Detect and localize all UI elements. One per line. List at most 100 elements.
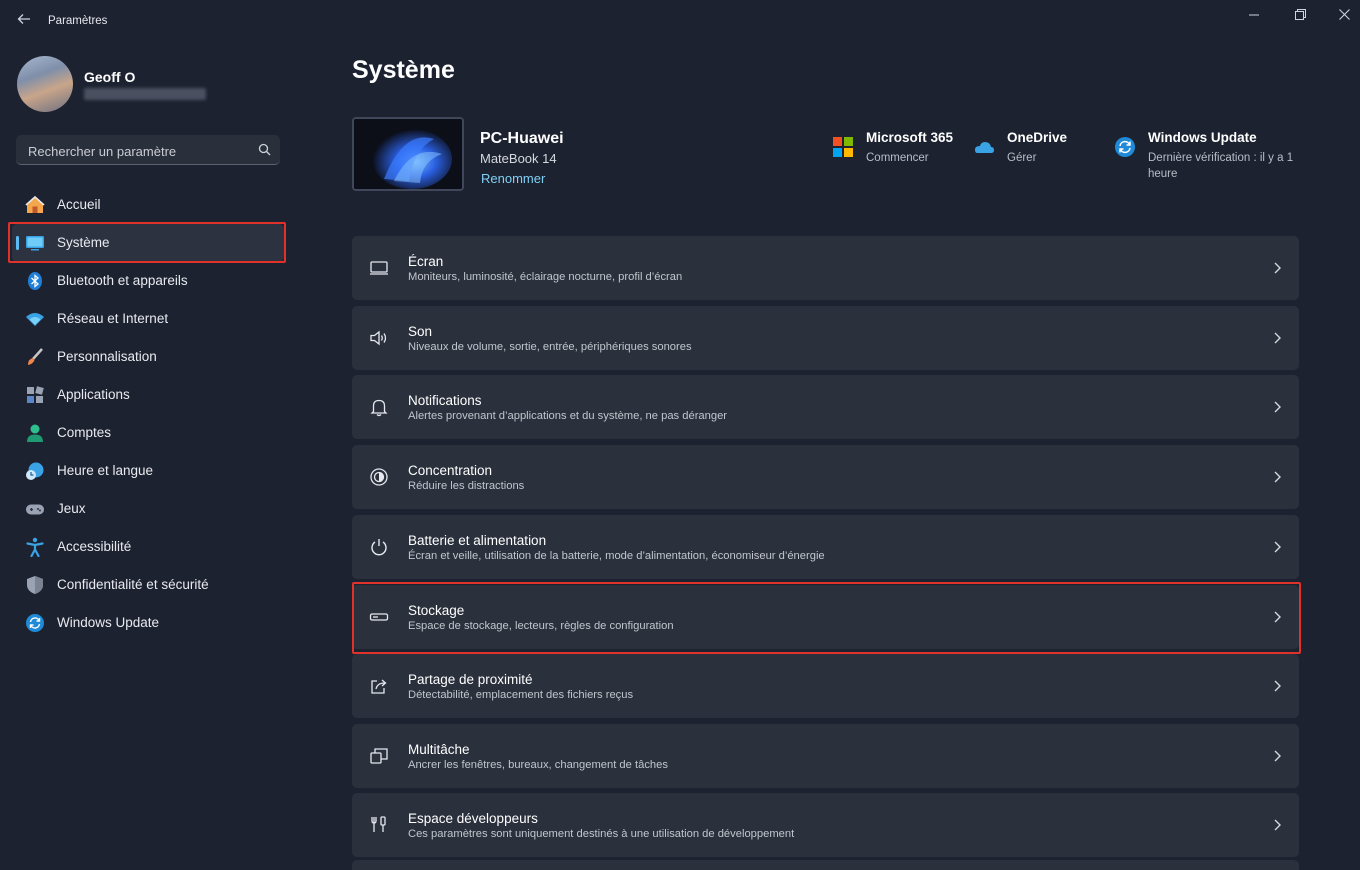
card-title: Concentration [408, 463, 493, 478]
developer-tools-icon [371, 816, 386, 832]
settings-card-son[interactable]: Son Niveaux de volume, sortie, entrée, p… [352, 306, 1299, 370]
maximize-icon [1294, 9, 1306, 20]
sidebar-item-heure[interactable]: Heure et langue [12, 452, 284, 490]
highlight-box-sidebar [8, 222, 286, 263]
speaker-icon [370, 330, 387, 346]
sidebar-item-jeux[interactable]: Jeux [12, 490, 284, 528]
rename-link[interactable]: Renommer [481, 171, 545, 186]
sidebar-item-accueil[interactable]: Accueil [12, 186, 284, 224]
sidebar-item-label: Jeux [57, 501, 86, 516]
quick-link-subtitle: Dernière vérification : il y a 1 heure [1148, 152, 1294, 180]
sidebar-item-label: Réseau et Internet [57, 311, 169, 326]
card-subtitle: Alertes provenant d’applications et du s… [408, 410, 728, 422]
quick-link-title: Microsoft 365 [866, 130, 954, 145]
sidebar-item-label: Accessibilité [57, 539, 132, 554]
multitask-icon [370, 748, 388, 764]
brush-icon [28, 348, 43, 365]
bell-icon [370, 399, 388, 417]
app-title: Paramètres [48, 15, 108, 27]
minimize-button[interactable] [1236, 6, 1272, 26]
quick-link-title: OneDrive [1007, 130, 1068, 145]
quick-link-title: Windows Update [1148, 130, 1257, 145]
sidebar-item-bluetooth[interactable]: Bluetooth et appareils [12, 262, 284, 300]
chevron-right-icon [1274, 332, 1281, 344]
settings-card-espace-developpeurs[interactable]: Espace développeurs Ces paramètres sont … [352, 793, 1299, 857]
settings-card-concentration[interactable]: Concentration Réduire les distractions [352, 445, 1299, 509]
power-icon [371, 539, 387, 556]
search-box[interactable] [16, 135, 280, 165]
back-button[interactable] [14, 12, 34, 32]
wifi-icon [26, 313, 44, 326]
accessibility-icon [26, 537, 44, 557]
share-icon [371, 679, 387, 694]
settings-card-batterie[interactable]: Batterie et alimentation Écran et veille… [352, 515, 1299, 579]
sidebar-item-applications[interactable]: Applications [12, 376, 284, 414]
chevron-right-icon [1274, 680, 1281, 692]
sidebar-item-label: Confidentialité et sécurité [57, 577, 209, 592]
shield-icon [27, 576, 43, 594]
maximize-button[interactable] [1282, 6, 1318, 26]
bluetooth-icon [28, 272, 42, 290]
quick-link-subtitle: Gérer [1007, 152, 1037, 164]
search-input[interactable] [26, 140, 250, 162]
sidebar-item-confidentialite[interactable]: Confidentialité et sécurité [12, 566, 284, 604]
card-title: Son [408, 324, 433, 339]
user-name: Geoff O [84, 69, 136, 85]
card-subtitle: Écran et veille, utilisation de la batte… [408, 550, 825, 562]
sidebar-item-accessibilite[interactable]: Accessibilité [12, 528, 284, 566]
sidebar-item-comptes[interactable]: Comptes [12, 414, 284, 452]
card-title: Batterie et alimentation [408, 533, 547, 548]
focus-icon [370, 468, 388, 486]
sync-icon [1115, 137, 1135, 157]
quick-link-subtitle: Commencer [866, 152, 929, 164]
settings-card-multitache[interactable]: Multitâche Ancrer les fenêtres, bureaux,… [352, 724, 1299, 788]
device-name: PC-Huawei [480, 130, 564, 147]
card-title: Écran [408, 254, 444, 269]
home-icon [25, 195, 45, 213]
card-subtitle: Ancrer les fenêtres, bureaux, changement… [408, 759, 668, 771]
apps-icon [27, 386, 44, 403]
sidebar-item-label: Windows Update [57, 615, 160, 630]
card-subtitle: Moniteurs, luminosité, éclairage nocturn… [408, 271, 683, 283]
card-title: Espace développeurs [408, 811, 538, 826]
card-title: Notifications [408, 393, 482, 408]
sidebar-item-label: Heure et langue [57, 463, 154, 478]
monitor-icon [370, 261, 388, 275]
settings-card-notifications[interactable]: Notifications Alertes provenant d’applic… [352, 375, 1299, 439]
card-title: Partage de proximité [408, 672, 533, 687]
chevron-right-icon [1274, 262, 1281, 274]
account-icon [27, 424, 43, 442]
page-title: Système [352, 56, 455, 84]
device-model: MateBook 14 [480, 151, 557, 166]
device-thumbnail[interactable] [352, 117, 464, 191]
clock-globe-icon [26, 462, 44, 480]
update-icon [26, 614, 44, 632]
settings-card-ecran[interactable]: Écran Moniteurs, luminosité, éclairage n… [352, 236, 1299, 300]
settings-card-partage-proximite[interactable]: Partage de proximité Détectabilité, empl… [352, 654, 1299, 718]
next-card-partial [352, 860, 1299, 870]
wallpaper-image [354, 119, 462, 189]
microsoft-logo-icon [833, 137, 853, 157]
arrow-left-icon [17, 14, 30, 24]
minimize-icon [1249, 14, 1259, 16]
chevron-right-icon [1274, 819, 1281, 831]
close-icon [1338, 9, 1350, 20]
sidebar-item-label: Accueil [57, 197, 101, 212]
avatar[interactable] [17, 56, 73, 112]
sidebar-item-reseau[interactable]: Réseau et Internet [12, 300, 284, 338]
sidebar-item-label: Bluetooth et appareils [57, 273, 188, 288]
chevron-right-icon [1274, 541, 1281, 553]
sidebar-item-windows-update[interactable]: Windows Update [12, 604, 284, 642]
sidebar-item-personnalisation[interactable]: Personnalisation [12, 338, 284, 376]
close-button[interactable] [1326, 6, 1360, 26]
card-subtitle: Niveaux de volume, sortie, entrée, périp… [408, 341, 692, 353]
search-icon[interactable] [256, 141, 274, 159]
chevron-right-icon [1274, 750, 1281, 762]
sidebar-item-label: Applications [57, 387, 130, 402]
title-bar: Paramètres [0, 0, 1360, 44]
sidebar-item-label: Comptes [57, 425, 112, 440]
cloud-icon [975, 142, 994, 153]
card-subtitle: Ces paramètres sont uniquement destinés … [408, 828, 795, 840]
chevron-right-icon [1274, 401, 1281, 413]
card-title: Multitâche [408, 742, 470, 757]
